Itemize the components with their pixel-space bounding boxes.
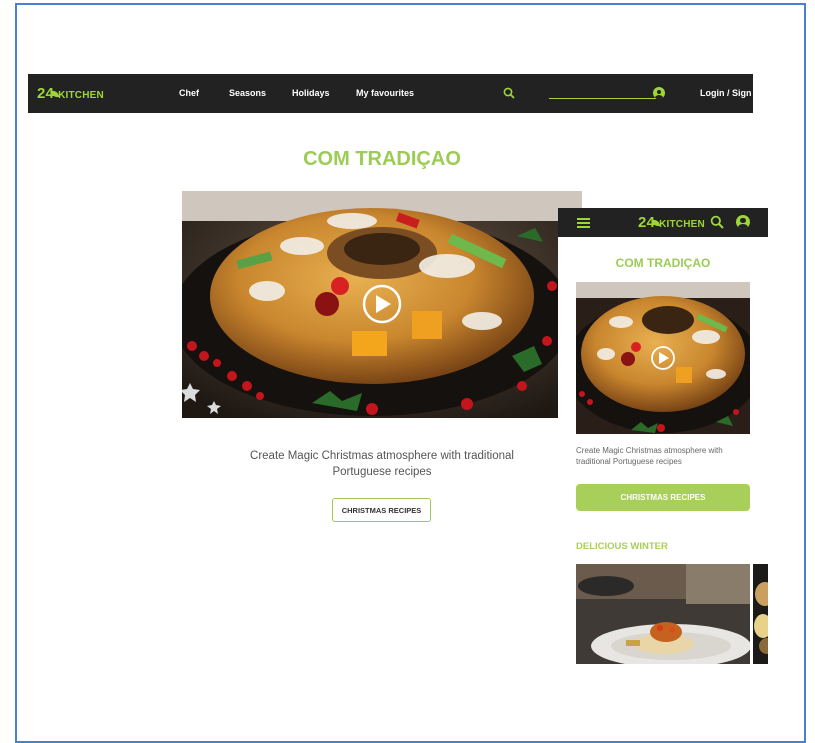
- mobile-page-title: COM TRADIÇAO: [615, 256, 711, 270]
- nav-item-holidays[interactable]: Holidays: [292, 88, 330, 98]
- mobile-brand-logo[interactable]: 24 KITCHEN: [638, 214, 705, 232]
- recipe-card-image[interactable]: [576, 564, 750, 664]
- search-input[interactable]: [549, 98, 656, 99]
- bolo-rei-image: [182, 191, 582, 418]
- next-recipe-image: [753, 564, 768, 664]
- hero-video-thumbnail[interactable]: [182, 191, 582, 418]
- brand-logo[interactable]: 24 KITCHEN: [37, 85, 104, 103]
- mobile-logo-text: KITCHEN: [659, 219, 705, 230]
- mobile-bolo-rei-image: [576, 282, 750, 434]
- section-title-delicious-winter: DELICIOUS WINTER: [576, 541, 668, 552]
- logo-text: KITCHEN: [58, 90, 104, 101]
- mobile-christmas-recipes-button[interactable]: CHRISTMAS RECIPES: [576, 484, 750, 511]
- recipe-card-image-next[interactable]: [753, 564, 768, 664]
- nav-item-my-favourites[interactable]: My favourites: [356, 88, 414, 98]
- nav-item-chef[interactable]: Chef: [179, 88, 199, 98]
- mobile-hero-description: Create Magic Christmas atmosphere with t…: [576, 446, 723, 466]
- mobile-search-icon[interactable]: [710, 215, 724, 229]
- nav-item-seasons[interactable]: Seasons: [229, 88, 266, 98]
- mobile-navbar: 24 KITCHEN: [558, 208, 768, 237]
- hero-description: Create Magic Christmas atmosphere with t…: [250, 450, 514, 478]
- search-icon[interactable]: [503, 87, 515, 99]
- christmas-recipes-button[interactable]: CHRISTMAS RECIPES: [332, 498, 431, 522]
- page-title: COM TRADIÇAO: [303, 148, 461, 170]
- login-signin-link[interactable]: Login / Sign in: [700, 88, 762, 98]
- user-account-icon[interactable]: [653, 87, 665, 99]
- desktop-navbar: 24 KITCHEN Chef Seasons Holidays My favou…: [28, 74, 762, 113]
- mobile-mockup: 24 KITCHEN COM TRADIÇAO Create Magic Chr…: [558, 208, 768, 678]
- hamburger-menu-icon[interactable]: [577, 218, 590, 228]
- fish-dish-image: [576, 564, 750, 664]
- mobile-user-account-icon[interactable]: [736, 215, 750, 229]
- mobile-hero-video-thumbnail[interactable]: [576, 282, 750, 434]
